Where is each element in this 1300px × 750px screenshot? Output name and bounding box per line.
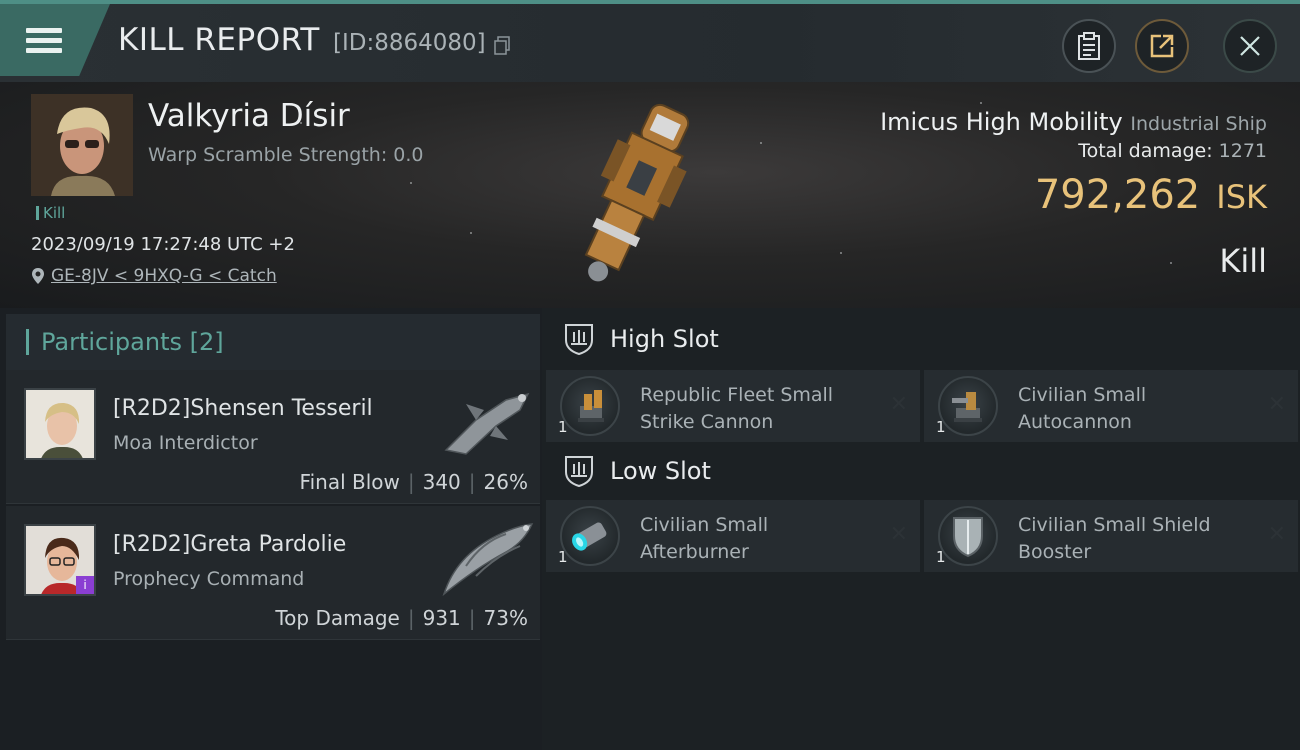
high-slot-header: High Slot: [562, 322, 719, 356]
participant-damage: 340: [422, 470, 461, 494]
module-name: Civilian Small Shield Booster: [1018, 512, 1258, 566]
module-name-line1: Civilian Small: [1018, 384, 1147, 406]
participant-ship: Moa Interdictor: [113, 432, 258, 454]
participants-header: Participants [2]: [6, 314, 540, 370]
module-name-line2: Autocannon: [1018, 411, 1132, 433]
participant-name: [R2D2]Shensen Tesseril: [113, 396, 373, 421]
top-accent-line: [0, 0, 1300, 4]
participant-row[interactable]: [R2D2]Shensen Tesseril Moa Interdictor F…: [6, 370, 540, 504]
participant-percent: 26%: [483, 470, 528, 494]
participant-avatar[interactable]: i: [24, 524, 96, 596]
avatar: [26, 390, 94, 458]
module-name-line1: Republic Fleet Small: [640, 384, 834, 406]
isk-value: 792,262 ISK: [1035, 172, 1267, 218]
victim-ship-image: [584, 103, 690, 282]
module-quantity: 1: [558, 418, 568, 436]
victim-portrait[interactable]: [31, 94, 133, 196]
module-item[interactable]: 1 Civilian Small Afterburner ✕: [546, 500, 920, 572]
module-name: Republic Fleet Small Strike Cannon: [640, 382, 880, 436]
low-slot-label: Low Slot: [610, 457, 711, 485]
low-slot-icon: [565, 456, 593, 488]
participant-name: [R2D2]Greta Pardolie: [113, 532, 347, 557]
participants-label: Participants [2]: [41, 328, 224, 356]
module-item[interactable]: 1 Civilian Small Autocannon ✕: [924, 370, 1298, 442]
participant-stats: Final Blow | 340 | 26%: [299, 470, 528, 494]
location-pin-icon: [32, 268, 44, 284]
afterburner-icon: [560, 506, 620, 566]
total-damage: Total damage: 1271: [1078, 140, 1267, 162]
clipboard-icon: [1078, 32, 1100, 60]
copy-icon[interactable]: [494, 36, 510, 55]
result-label: Kill: [1219, 242, 1267, 280]
participant-stats: Top Damage | 931 | 73%: [275, 606, 528, 630]
participant-avatar[interactable]: [24, 388, 96, 460]
module-item[interactable]: 1 Civilian Small Shield Booster ✕: [924, 500, 1298, 572]
destroyed-x-icon: ✕: [1267, 522, 1286, 547]
victim-banner: Valkyria Dísir Warp Scramble Strength: 0…: [0, 82, 1300, 308]
high-slot-icon: [565, 324, 593, 356]
module-quantity: 1: [936, 548, 946, 566]
high-slot-label: High Slot: [610, 325, 719, 353]
kill-datetime: 2023/09/19 17:27:48 UTC +2: [31, 234, 295, 255]
ship-class: Industrial Ship: [1130, 113, 1267, 135]
module-name: Civilian Small Autocannon: [1018, 382, 1258, 436]
module-name-line1: Civilian Small: [640, 514, 769, 536]
module-name-line1: Civilian Small Shield: [1018, 514, 1211, 536]
participant-percent: 73%: [483, 606, 528, 630]
autocannon-icon: [938, 376, 998, 436]
menu-button[interactable]: [0, 4, 110, 76]
location-link[interactable]: GE-8JV < 9HXQ-G < Catch: [51, 266, 277, 286]
participant-row[interactable]: i [R2D2]Greta Pardolie Prophecy Command …: [6, 506, 540, 640]
victim-name: Valkyria Dísir: [148, 98, 350, 134]
clipboard-button[interactable]: [1062, 19, 1116, 73]
participant-ship-image: [444, 392, 530, 455]
participant-damage: 931: [422, 606, 461, 630]
hamburger-icon: [26, 23, 62, 58]
module-name: Civilian Small Afterburner: [640, 512, 880, 566]
share-icon: [1150, 34, 1174, 58]
shield-booster-icon: [938, 506, 998, 566]
destroyed-x-icon: ✕: [889, 522, 908, 547]
info-badge-icon: i: [76, 576, 94, 594]
top-bar: KILL REPORT [ID:8864080]: [0, 0, 1300, 82]
warp-scramble-strength: Warp Scramble Strength: 0.0: [148, 144, 424, 166]
report-id: [ID:8864080]: [333, 30, 486, 56]
participants-panel: Participants [2] [R2D2]Shensen Tesseril …: [0, 308, 542, 750]
module-name-line2: Strike Cannon: [640, 411, 774, 433]
kill-location[interactable]: GE-8JV < 9HXQ-G < Catch: [31, 266, 277, 286]
page-title: KILL REPORT: [118, 22, 320, 58]
module-quantity: 1: [558, 548, 568, 566]
close-button[interactable]: [1223, 19, 1277, 73]
isk-amount: 792,262: [1034, 172, 1201, 218]
participant-ship-image: [442, 523, 534, 597]
total-damage-value: 1271: [1218, 140, 1267, 162]
fitting-panel: High Slot 1 Republic Fleet Small Strike …: [542, 308, 1300, 750]
module-name-line2: Afterburner: [640, 541, 749, 563]
ship-name: Imicus High Mobility: [880, 108, 1123, 136]
close-icon: [1240, 36, 1260, 56]
module-quantity: 1: [936, 418, 946, 436]
participant-ship: Prophecy Command: [113, 568, 305, 590]
share-button[interactable]: [1135, 19, 1189, 73]
destroyed-x-icon: ✕: [1267, 392, 1286, 417]
isk-unit: ISK: [1216, 178, 1267, 216]
participant-role: Top Damage: [275, 606, 400, 630]
avatar: [31, 94, 133, 196]
module-name-line2: Booster: [1018, 541, 1092, 563]
cannon-icon: [560, 376, 620, 436]
destroyed-x-icon: ✕: [889, 392, 908, 417]
low-slot-header: Low Slot: [562, 454, 711, 488]
module-item[interactable]: 1 Republic Fleet Small Strike Cannon ✕: [546, 370, 920, 442]
participant-role: Final Blow: [299, 470, 400, 494]
kill-tag: Kill: [36, 206, 65, 221]
total-damage-label: Total damage:: [1078, 140, 1213, 162]
victim-ship-type: Imicus High Mobility Industrial Ship: [880, 108, 1267, 136]
